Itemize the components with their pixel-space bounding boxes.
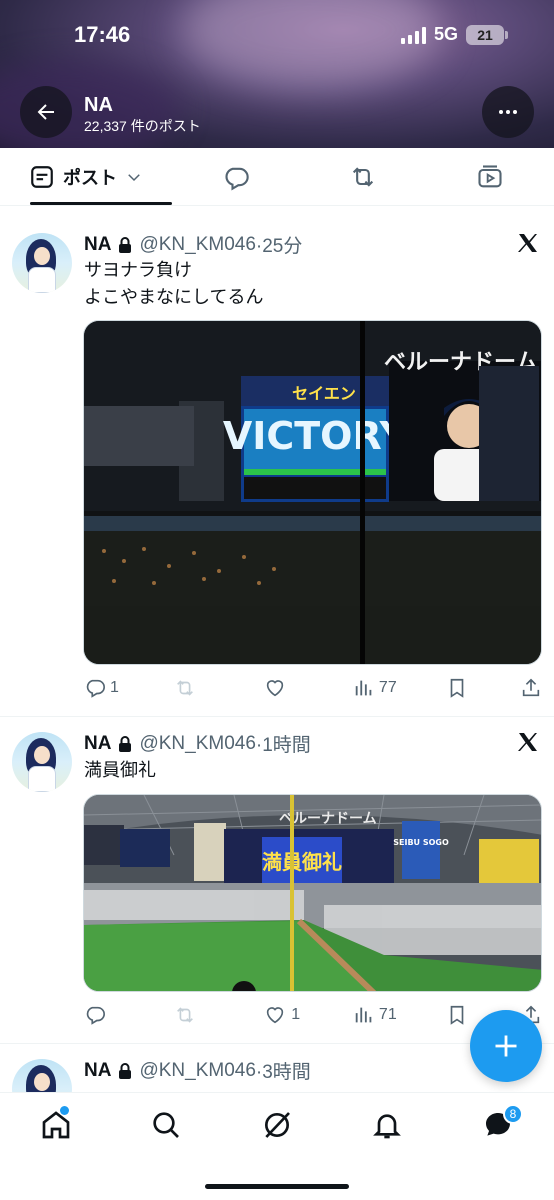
nav-notifications[interactable] [371,1109,403,1141]
messages-badge: 8 [503,1104,523,1124]
banner-text: セイエン [292,384,356,403]
post-time[interactable]: ·25分 [256,231,302,258]
heart-icon [267,1007,284,1024]
sign-text: SEIBU SOGO [393,838,449,847]
post-image[interactable]: 満員御礼 ベルーナドーム SEIBU SOGO [83,794,542,992]
repost-icon [176,680,193,696]
view-count: 71 [378,1006,397,1023]
home-indicator [205,1184,349,1189]
post-image[interactable]: VICTORY セイエン ベルーナドーム [83,320,542,665]
reply-icon [86,1006,105,1025]
tab-media[interactable] [427,148,554,205]
more-button[interactable] [482,86,534,138]
like-button[interactable]: 1 [263,1004,303,1026]
list-icon [31,165,53,188]
lock-icon [119,236,132,253]
reply-icon [86,679,105,698]
post-meta: NA @KN_KM046 ·3時間 [84,1057,311,1084]
like-button[interactable] [263,677,303,699]
post-time[interactable]: ·3時間 [256,1057,311,1084]
more-dots-icon [499,110,517,114]
bookmark-icon [451,678,464,698]
lock-icon [119,1062,132,1079]
post-meta: NA @KN_KM046 ·1時間 [84,730,311,757]
status-time: 17:46 [74,22,131,47]
stadium-victory-photo: VICTORY セイエン ベルーナドーム [84,321,541,664]
stadium-crowd-photo: 満員御礼 ベルーナドーム SEIBU SOGO [84,795,541,991]
tab-replies[interactable] [172,148,299,205]
header-post-count: 22,337 件のポスト [84,118,201,134]
heart-icon [267,680,284,697]
post-author-handle[interactable]: @KN_KM046 [139,733,255,755]
signal-icon [400,26,426,44]
post[interactable]: NA @KN_KM046 ·1時間 満員御礼 満員御礼 ベルーナドーム SEIB… [0,718,554,1044]
avatar[interactable] [12,233,72,293]
tab-posts-label: ポスト [62,167,117,188]
post-author-handle[interactable]: @KN_KM046 [139,1060,255,1082]
chevron-down-icon[interactable] [125,168,143,186]
post-text-line: よこやまなにしてるん [84,287,264,307]
post-text-line: サヨナラ負け [84,260,192,280]
post-text: サヨナラ負け よこやまなにしてるん [84,257,263,311]
nav-grok[interactable] [261,1109,293,1141]
board-text: 満員御礼 [262,850,342,874]
reply-icon [225,167,249,191]
repost-button[interactable] [174,1004,214,1026]
x-logo-icon[interactable] [516,231,540,255]
post-author-handle[interactable]: @KN_KM046 [139,234,255,256]
reply-button[interactable]: 1 [84,677,124,699]
lock-icon [119,735,132,752]
bell-icon [373,1114,401,1139]
post-actions: 1 71 [84,1004,544,1026]
avatar[interactable] [12,732,72,792]
repost-icon [176,1007,193,1023]
tab-posts[interactable]: ポスト [0,148,172,205]
share-icon [522,678,540,697]
header-profile-name: NA [84,94,113,116]
post-text: 満員御礼 [84,757,156,784]
view-count: 77 [378,679,397,696]
media-icon [478,164,502,187]
bookmark-button[interactable] [446,1004,470,1026]
views-button[interactable]: 77 [353,677,397,699]
views-button[interactable]: 71 [353,1004,397,1026]
repost-icon [352,166,374,187]
reply-count: 1 [110,679,119,696]
post-author-name[interactable]: NA [84,733,111,755]
profile-tabs: ポスト [0,148,554,206]
search-icon [153,1112,179,1138]
compose-post-button[interactable] [470,1010,542,1082]
bookmark-button[interactable] [446,677,470,699]
arrow-left-icon [37,104,54,120]
back-button[interactable] [20,86,72,138]
nav-search[interactable] [150,1109,182,1141]
victory-screen-text: VICTORY [223,414,408,458]
post-text-line: 満員御礼 [84,760,156,780]
status-indicators: 5G 21 [400,24,508,45]
repost-button[interactable] [174,677,214,699]
post-actions: 1 77 [84,677,544,699]
post-author-name[interactable]: NA [84,1060,111,1082]
post-meta: NA @KN_KM046 ·25分 [84,231,302,258]
like-count: 1 [291,1006,301,1023]
bar-chart-icon [355,680,372,696]
x-logo-icon[interactable] [516,730,540,754]
network-label: 5G [433,24,458,44]
plus-icon [495,1035,517,1057]
battery-icon: 21 [466,24,508,45]
bookmark-icon [451,1005,464,1025]
post-author-name[interactable]: NA [84,234,111,256]
tab-reposts[interactable] [299,148,426,205]
bar-chart-icon [355,1007,372,1023]
post[interactable]: NA @KN_KM046 ·25分 サヨナラ負け よこやまなにしてるん VICT… [0,207,554,717]
share-button[interactable] [520,677,544,699]
grok-icon [265,1112,290,1138]
reply-button[interactable] [84,1004,124,1026]
post-time[interactable]: ·1時間 [256,730,311,757]
home-unread-dot [60,1106,69,1115]
